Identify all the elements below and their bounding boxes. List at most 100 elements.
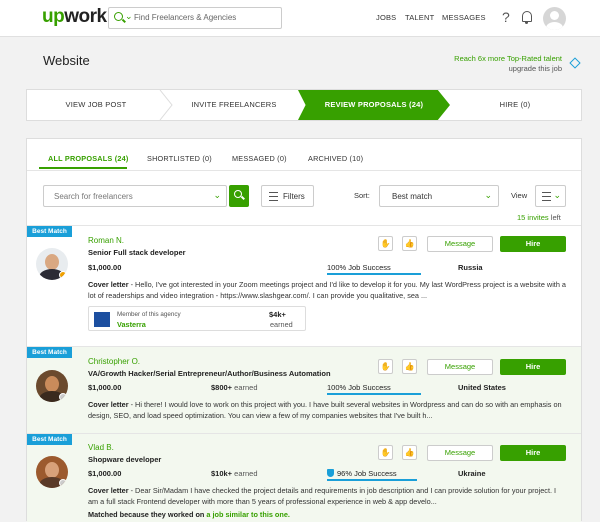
- message-button[interactable]: Message: [427, 445, 493, 461]
- help-icon[interactable]: ?: [502, 9, 510, 25]
- earned-label: earned: [234, 469, 258, 478]
- cover-letter-label: Cover letter: [88, 400, 129, 409]
- similar-job-link[interactable]: a job similar to this one.: [206, 510, 290, 519]
- status-dot: [59, 271, 67, 279]
- agency-box[interactable]: Member of this agency Vasterra $4k+ earn…: [88, 306, 306, 331]
- freelancer-rate: $1,000.00: [88, 469, 122, 478]
- freelancer-country: Russia: [458, 263, 483, 272]
- nav-talent[interactable]: TALENT: [405, 13, 434, 22]
- job-success: 100% Job Success: [327, 263, 391, 272]
- nav-messages[interactable]: MESSAGES: [442, 13, 486, 22]
- page-title: Website: [43, 53, 90, 68]
- top-rated-shield-icon: [327, 469, 334, 477]
- message-button[interactable]: Message: [427, 359, 493, 375]
- freelancer-title: VA/Growth Hacker/Serial Entrepreneur/Aut…: [88, 369, 331, 378]
- matched-reason: Matched because they worked on a job sim…: [88, 510, 290, 519]
- active-tab-indicator: [39, 167, 127, 169]
- freelancer-name[interactable]: Vlad B.: [88, 443, 114, 452]
- agency-name[interactable]: Vasterra: [117, 320, 146, 329]
- diamond-icon: [569, 57, 581, 69]
- freelancer-title: Senior Full stack developer: [88, 248, 186, 257]
- agency-member-text: Member of this agency: [117, 311, 181, 318]
- list-view-icon: [542, 192, 551, 201]
- avatar-face: [45, 376, 59, 392]
- freelancer-search-placeholder: Search for freelancers: [54, 192, 133, 201]
- sort-value: Best match: [392, 192, 433, 201]
- tab-messaged[interactable]: MESSAGED (0): [232, 154, 287, 163]
- best-match-badge: Best Match: [27, 226, 72, 237]
- tab-all-proposals[interactable]: ALL PROPOSALS (24): [48, 154, 129, 163]
- search-button[interactable]: [229, 185, 249, 207]
- freelancer-name[interactable]: Roman N.: [88, 236, 124, 245]
- thumbs-down-icon[interactable]: ✋: [378, 445, 393, 460]
- thumbs-down-icon[interactable]: ✋: [378, 236, 393, 251]
- chevron-down-icon: ⌄: [484, 190, 492, 200]
- job-success: 100% Job Success: [327, 383, 391, 392]
- job-success-bar: [327, 479, 417, 481]
- proposal-card[interactable]: Best Match Christopher O. VA/Growth Hack…: [27, 346, 581, 433]
- view-label: View: [511, 191, 528, 200]
- freelancer-avatar[interactable]: [36, 370, 68, 402]
- hire-button[interactable]: Hire: [500, 359, 566, 375]
- agency-logo: [94, 312, 110, 327]
- agency-earned-amount: $4k+: [269, 310, 286, 319]
- thumbs-up-icon[interactable]: 👍: [402, 445, 417, 460]
- earned-label: earned: [234, 383, 258, 392]
- chevron-down-icon[interactable]: ⌄: [213, 190, 221, 201]
- sliders-icon: [269, 192, 278, 201]
- avatar-face: [45, 462, 59, 478]
- sort-select[interactable]: Best match ⌄: [379, 185, 499, 207]
- cover-letter-text: - Hello, I've got interested in your Zoo…: [88, 280, 566, 300]
- job-success: 96% Job Success: [327, 469, 397, 478]
- job-success-bar: [327, 393, 421, 395]
- hire-button[interactable]: Hire: [500, 445, 566, 461]
- chevron-down-icon[interactable]: ⌄: [125, 11, 133, 22]
- matched-prefix: Matched because they worked on: [88, 510, 207, 519]
- thumbs-down-icon[interactable]: ✋: [378, 359, 393, 374]
- hire-button[interactable]: Hire: [500, 236, 566, 252]
- freelancer-title: Shopware developer: [88, 455, 162, 464]
- user-avatar[interactable]: [543, 7, 566, 30]
- notifications-bell-icon[interactable]: [522, 11, 532, 24]
- cover-letter: Cover letter - Hello, I've got intereste…: [88, 280, 568, 302]
- nav-jobs[interactable]: JOBS: [376, 13, 396, 22]
- tab-archived[interactable]: ARCHIVED (10): [308, 154, 363, 163]
- filters-button[interactable]: Filters: [261, 185, 314, 207]
- step-invite-freelancers[interactable]: INVITE FREELANCERS: [165, 90, 303, 120]
- promo-top-rated-link[interactable]: Reach 6x more Top-Rated talent: [454, 54, 562, 63]
- earned-amount: $10k+: [211, 469, 233, 478]
- job-success-bar: [327, 273, 421, 275]
- thumbs-up-icon[interactable]: 👍: [402, 359, 417, 374]
- invites-suffix: left: [548, 213, 561, 222]
- proposal-steps: VIEW JOB POST INVITE FREELANCERS REVIEW …: [26, 89, 582, 121]
- freelancer-avatar[interactable]: [36, 456, 68, 488]
- freelancer-rate: $1,000.00: [88, 383, 122, 392]
- thumbs-up-icon[interactable]: 👍: [402, 236, 417, 251]
- cover-letter-label: Cover letter: [88, 486, 129, 495]
- tab-shortlisted[interactable]: SHORTLISTED (0): [147, 154, 212, 163]
- step-review-proposals[interactable]: REVIEW PROPOSALS (24): [298, 90, 450, 120]
- upwork-logo[interactable]: upwork: [42, 6, 107, 28]
- invites-count[interactable]: 15 invites: [517, 213, 549, 222]
- freelancer-search-input[interactable]: Search for freelancers ⌄: [43, 185, 227, 207]
- best-match-badge: Best Match: [27, 347, 72, 358]
- status-dot: [59, 393, 67, 401]
- best-match-badge: Best Match: [27, 434, 72, 445]
- freelancer-earned: $800+ earned: [211, 383, 258, 392]
- status-dot: [59, 479, 67, 487]
- promo-upgrade-text: upgrade this job: [508, 64, 562, 73]
- freelancer-avatar[interactable]: [36, 248, 68, 280]
- global-search-input[interactable]: ⌄ Find Freelancers & Agencies: [108, 7, 282, 29]
- freelancer-name[interactable]: Christopher O.: [88, 357, 140, 366]
- proposal-tabs: ALL PROPOSALS (24) SHORTLISTED (0) MESSA…: [27, 139, 581, 171]
- search-icon: [234, 190, 242, 198]
- proposal-card[interactable]: Best Match Roman N. Senior Full stack de…: [27, 225, 581, 346]
- step-view-job-post[interactable]: VIEW JOB POST: [27, 90, 165, 120]
- view-select[interactable]: ⌄: [535, 185, 566, 207]
- cover-letter: Cover letter - Dear Sir/Madam I have che…: [88, 486, 568, 508]
- message-button[interactable]: Message: [427, 236, 493, 252]
- filters-label: Filters: [283, 192, 305, 201]
- proposal-card[interactable]: Best Match Vlad B. Shopware developer $1…: [27, 433, 581, 522]
- step-hire[interactable]: HIRE (0): [447, 90, 583, 120]
- sort-label: Sort:: [354, 191, 370, 200]
